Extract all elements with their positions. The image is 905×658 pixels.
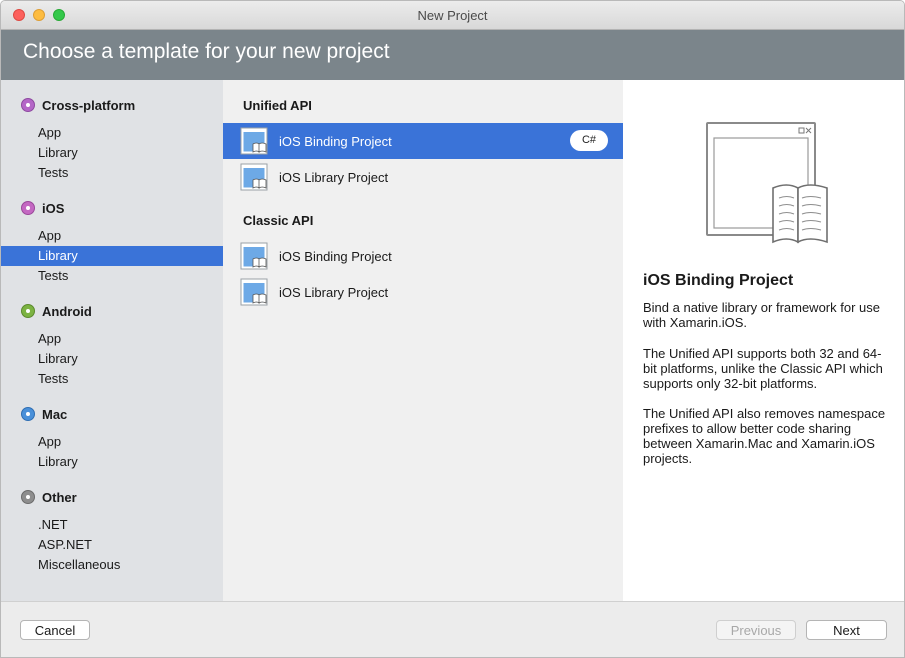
mac-dot-icon (21, 407, 35, 421)
section-heading-classic-api: Classic API (243, 213, 314, 228)
category-mac[interactable]: Mac (21, 404, 67, 424)
cross-platform-dot-icon (21, 98, 35, 112)
template-label: iOS Library Project (279, 285, 389, 300)
sidebar-item-other-miscellaneous[interactable]: Miscellaneous (1, 555, 223, 575)
category-label: Android (42, 303, 92, 319)
category-ios[interactable]: iOS (21, 198, 64, 218)
sidebar-item-ios-app[interactable]: App (1, 226, 223, 246)
category-label: iOS (42, 200, 65, 216)
project-template-icon (240, 242, 268, 270)
category-sidebar: Cross-platform App Library Tests iOS App… (1, 80, 223, 602)
sidebar-item-ios-tests[interactable]: Tests (1, 266, 223, 286)
template-label: iOS Library Project (279, 170, 389, 185)
page-header: Choose a template for your new project (1, 30, 904, 80)
sidebar-item-android-library[interactable]: Library (1, 349, 223, 369)
template-label: iOS Binding Project (279, 134, 392, 149)
language-badge[interactable]: C# (570, 130, 608, 151)
category-cross-platform[interactable]: Cross-platform (21, 95, 135, 115)
page-title: Choose a template for your new project (23, 40, 390, 63)
category-label: Mac (42, 406, 68, 422)
section-heading-unified-api: Unified API (243, 98, 312, 113)
android-dot-icon (21, 304, 35, 318)
template-item-ios-binding-unified[interactable]: iOS Binding Project C# (223, 123, 623, 159)
dialog-footer: Cancel Previous Next (1, 601, 904, 657)
template-list: Unified API iOS Binding Project C# iOS L… (223, 80, 623, 602)
category-other[interactable]: Other (21, 487, 77, 507)
template-item-ios-library-unified[interactable]: iOS Library Project (223, 159, 623, 195)
sidebar-item-android-app[interactable]: App (1, 329, 223, 349)
project-template-icon (240, 127, 268, 155)
title-bar[interactable]: New Project (1, 1, 904, 30)
project-template-icon (240, 278, 268, 306)
window-book-preview-icon (706, 122, 828, 244)
template-label: iOS Binding Project (279, 249, 392, 264)
new-project-window: New Project Choose a template for your n… (0, 0, 905, 658)
project-template-icon (240, 163, 268, 191)
detail-paragraph: The Unified API also removes namespace p… (643, 406, 886, 466)
template-item-ios-library-classic[interactable]: iOS Library Project (223, 274, 623, 310)
detail-title: iOS Binding Project (643, 272, 794, 289)
category-label: Other (42, 489, 77, 505)
template-item-ios-binding-classic[interactable]: iOS Binding Project (223, 238, 623, 274)
detail-paragraph: The Unified API supports both 32 and 64-… (643, 346, 883, 391)
sidebar-item-ios-library[interactable]: Library (1, 246, 223, 266)
template-detail-panel: iOS Binding Project Bind a native librar… (623, 80, 904, 602)
sidebar-item-other-dotnet[interactable]: .NET (1, 515, 223, 535)
category-android[interactable]: Android (21, 301, 92, 321)
sidebar-item-cross-platform-tests[interactable]: Tests (1, 163, 223, 183)
sidebar-item-cross-platform-app[interactable]: App (1, 123, 223, 143)
window-title: New Project (417, 8, 488, 23)
sidebar-item-cross-platform-library[interactable]: Library (1, 143, 223, 163)
detail-paragraph: Bind a native library or framework for u… (643, 300, 880, 330)
sidebar-item-other-aspnet[interactable]: ASP.NET (1, 535, 223, 555)
sidebar-item-mac-app[interactable]: App (1, 432, 223, 452)
cancel-button[interactable]: Cancel (20, 620, 90, 640)
category-label: Cross-platform (42, 97, 136, 113)
sidebar-item-android-tests[interactable]: Tests (1, 369, 223, 389)
ios-dot-icon (21, 201, 35, 215)
sidebar-item-mac-library[interactable]: Library (1, 452, 223, 472)
previous-button[interactable]: Previous (716, 620, 796, 640)
other-dot-icon (21, 490, 35, 504)
next-button[interactable]: Next (806, 620, 887, 640)
